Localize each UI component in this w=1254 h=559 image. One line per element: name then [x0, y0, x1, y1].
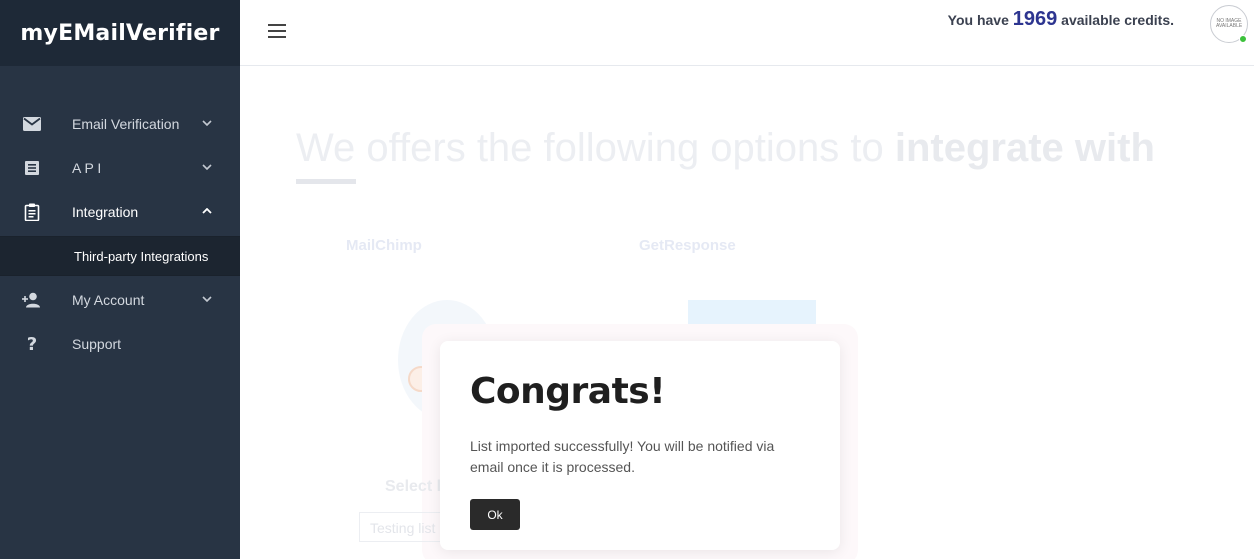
chevron-down-icon: [202, 294, 212, 304]
chevron-down-icon: [202, 162, 212, 172]
tab-getresponse[interactable]: GetResponse: [639, 237, 736, 254]
avatar-placeholder-text: NO IMAGE AVAILABLE: [1216, 18, 1243, 29]
modal-title: Congrats!: [470, 371, 666, 412]
chevron-down-icon: [202, 118, 212, 128]
brand-name: myEMailVerifier: [20, 20, 220, 46]
sidebar-item-label: Support: [72, 336, 122, 352]
sidebar-item-label: A P I: [72, 160, 102, 176]
headline-regular: We offers the following options to: [296, 126, 895, 170]
sidebar-item-label: Integration: [72, 204, 139, 220]
sidebar-item-api[interactable]: A P I: [0, 146, 240, 190]
credits-value: 1969: [1012, 8, 1058, 30]
page-headline: We offers the following options to integ…: [296, 126, 1155, 171]
credits-suffix: available credits.: [1061, 12, 1174, 28]
clipboard-icon: [22, 202, 42, 222]
sidebar-item-my-account[interactable]: My Account: [0, 278, 240, 322]
sidebar-item-email-verification[interactable]: Email Verification: [0, 102, 240, 146]
sidebar-subitem-third-party-integrations[interactable]: Third-party Integrations: [0, 236, 240, 276]
tab-mailchimp[interactable]: MailChimp: [346, 237, 422, 254]
modal-message: List imported successfully! You will be …: [470, 438, 775, 475]
brand-logo[interactable]: myEMailVerifier: [0, 0, 240, 66]
hamburger-menu-icon[interactable]: [268, 24, 286, 38]
sidebar-item-label: My Account: [72, 292, 145, 308]
question-icon: ?: [22, 334, 42, 354]
sidebar-subitem-label: Third-party Integrations: [74, 248, 209, 264]
success-modal: Congrats! List imported successfully! Yo…: [440, 341, 840, 550]
add-user-icon: [22, 290, 42, 310]
sidebar-nav: Email Verification A P I Integration Thi…: [0, 102, 240, 366]
sidebar-item-label: Email Verification: [72, 116, 180, 132]
topbar: You have 1969 available credits. NO IMAG…: [240, 0, 1254, 66]
chevron-up-icon: [202, 206, 212, 216]
headline-bold: integrate with: [894, 126, 1155, 170]
sidebar-item-integration[interactable]: Integration: [0, 190, 240, 234]
svg-text:?: ?: [27, 335, 37, 353]
sidebar: myEMailVerifier Email Verification A P I: [0, 0, 240, 559]
select-list-label: Select l: [385, 478, 442, 495]
document-icon: [22, 158, 42, 178]
sidebar-item-support[interactable]: ? Support: [0, 322, 240, 366]
headline-underline: [296, 179, 356, 184]
envelope-icon: [22, 114, 42, 134]
credits-prefix: You have: [947, 12, 1009, 28]
credits-display: You have 1969 available credits.: [948, 8, 1174, 31]
ok-button[interactable]: Ok: [470, 499, 520, 530]
online-status-dot: [1239, 35, 1247, 43]
